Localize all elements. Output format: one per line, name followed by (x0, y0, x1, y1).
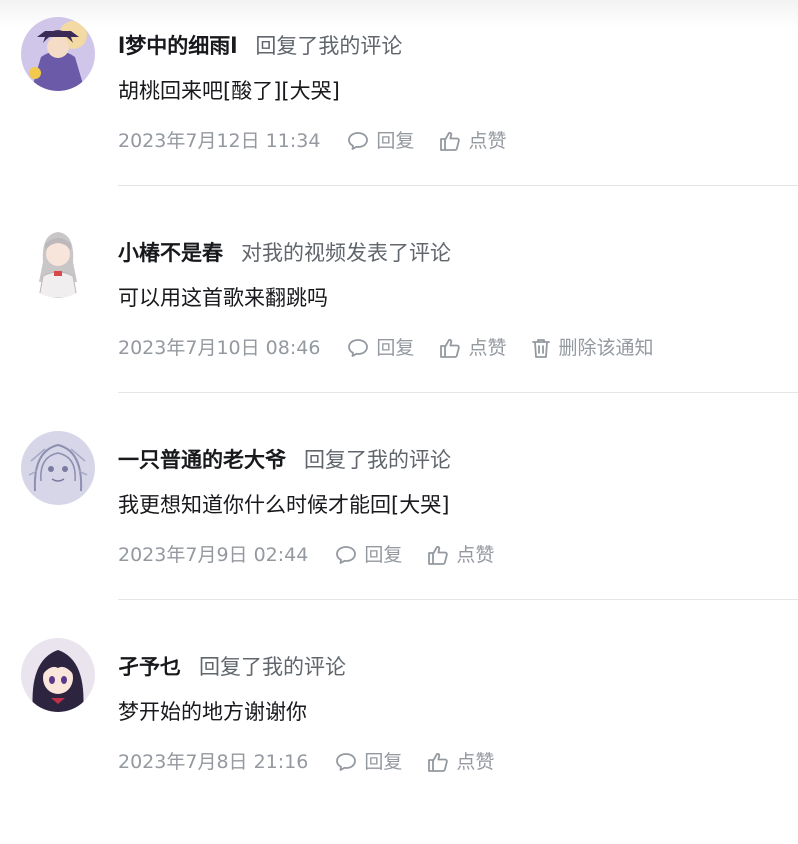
thumbs-up-icon (428, 545, 449, 565)
meta-row: 2023年7月10日 08:46 回复 点赞 删除该通知 (118, 333, 677, 363)
action-text: 对我的视频发表了评论 (241, 241, 451, 265)
timestamp: 2023年7月10日 08:46 (118, 337, 321, 359)
avatar[interactable] (21, 638, 95, 712)
thumbs-up-icon (428, 752, 449, 772)
like-label: 点赞 (456, 544, 495, 566)
like-label: 点赞 (468, 130, 507, 152)
action-text: 回复了我的评论 (255, 34, 403, 58)
thumbs-up-icon (440, 131, 461, 151)
divider (118, 599, 798, 600)
reply-label: 回复 (364, 544, 403, 566)
username[interactable]: l梦中的细雨l (118, 34, 237, 58)
reply-button[interactable]: 回复 (346, 126, 414, 156)
divider (118, 185, 798, 186)
chat-bubble-icon (348, 339, 369, 357)
avatar[interactable] (21, 224, 95, 298)
notification-item: l梦中的细雨l 回复了我的评论 胡桃回来吧[酸了][大哭] 2023年7月12日 … (0, 17, 798, 223)
divider (118, 392, 798, 393)
avatar[interactable] (21, 17, 95, 91)
timestamp: 2023年7月9日 02:44 (118, 544, 309, 566)
notification-header: l梦中的细雨l 回复了我的评论 (118, 31, 402, 61)
action-text: 回复了我的评论 (304, 448, 451, 472)
reply-button[interactable]: 回复 (334, 540, 402, 570)
like-label: 点赞 (468, 337, 507, 359)
comment-content[interactable]: 我更想知道你什么时候才能回[大哭] (118, 490, 449, 520)
notification-header: 一只普通的老大爷 回复了我的评论 (118, 445, 451, 475)
trash-icon (532, 339, 551, 358)
comment-content[interactable]: 梦开始的地方谢谢你 (118, 697, 307, 727)
comment-content[interactable]: 可以用这首歌来翻跳吗 (118, 283, 328, 313)
chat-bubble-icon (336, 546, 357, 564)
thumbs-up-icon (440, 338, 461, 358)
timestamp: 2023年7月12日 11:34 (118, 130, 321, 152)
username[interactable]: 一只普通的老大爷 (118, 448, 286, 472)
meta-row: 2023年7月9日 02:44 回复 点赞 (118, 540, 518, 570)
comment-content[interactable]: 胡桃回来吧[酸了][大哭] (118, 76, 340, 106)
like-button[interactable]: 点赞 (426, 540, 494, 570)
notification-item: 孑予乜 回复了我的评论 梦开始的地方谢谢你 2023年7月8日 21:16 回复 … (0, 638, 798, 844)
avatar[interactable] (21, 431, 95, 505)
notification-item: 一只普通的老大爷 回复了我的评论 我更想知道你什么时候才能回[大哭] 2023年7… (0, 431, 798, 637)
delete-notification-button[interactable]: 删除该通知 (530, 333, 653, 363)
notification-header: 小椿不是春 对我的视频发表了评论 (118, 238, 451, 268)
delete-label: 删除该通知 (558, 337, 654, 359)
chat-bubble-icon (336, 753, 357, 771)
notification-header: 孑予乜 回复了我的评论 (118, 652, 346, 682)
notification-item: 小椿不是春 对我的视频发表了评论 可以用这首歌来翻跳吗 2023年7月10日 08… (0, 224, 798, 430)
like-button[interactable]: 点赞 (438, 126, 506, 156)
username[interactable]: 小椿不是春 (118, 241, 223, 265)
reply-button[interactable]: 回复 (346, 333, 414, 363)
chat-bubble-icon (348, 132, 369, 150)
like-button[interactable]: 点赞 (438, 333, 506, 363)
meta-row: 2023年7月12日 11:34 回复 点赞 (118, 126, 530, 156)
username[interactable]: 孑予乜 (118, 655, 181, 679)
reply-label: 回复 (376, 337, 415, 359)
reply-label: 回复 (376, 130, 415, 152)
action-text: 回复了我的评论 (199, 655, 346, 679)
